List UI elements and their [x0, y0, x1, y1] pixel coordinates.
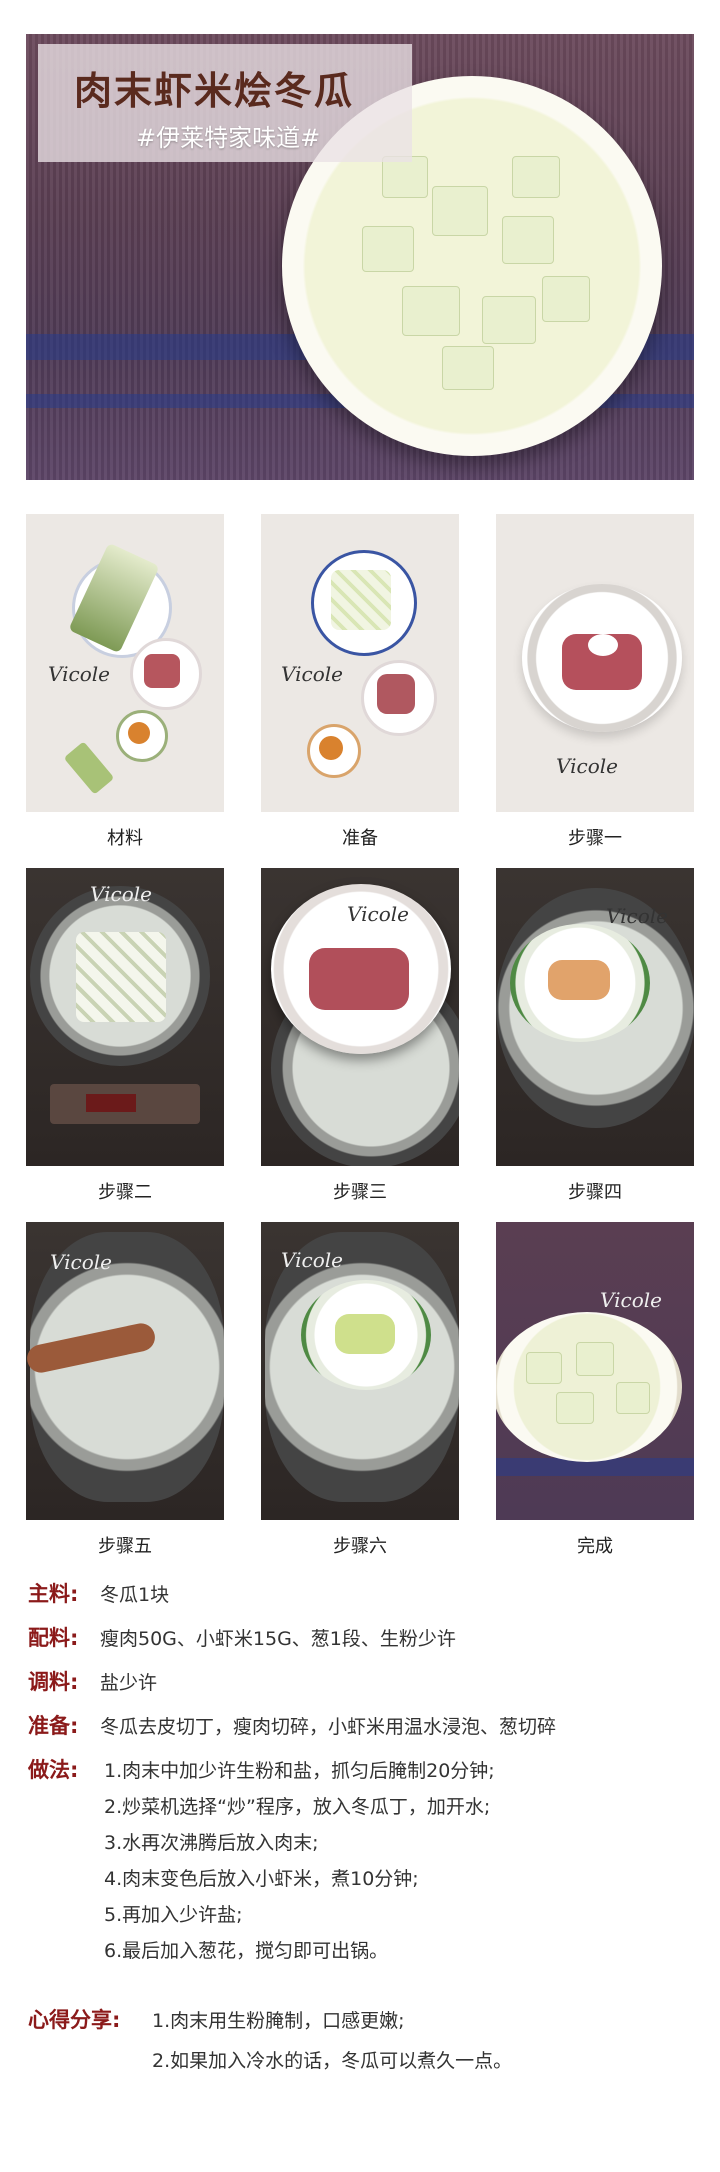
step-caption: 步骤一 [568, 828, 622, 849]
signature: Vicole [281, 662, 343, 686]
step-photo-3: Vicole [261, 868, 459, 1166]
hero-photo: 肉末虾米烩冬瓜 #伊莱特家味道# [26, 34, 694, 480]
method-step: 3.水再次沸腾后放入肉末; [104, 1832, 319, 1854]
step-caption: 步骤四 [568, 1182, 622, 1203]
signature: Vicole [90, 882, 152, 906]
step-photo-1: Vicole [496, 514, 694, 812]
page-subtitle: #伊莱特家味道# [136, 124, 321, 152]
method-step: 4.肉末变色后放入小虾米，煮10分钟; [104, 1868, 419, 1890]
step-caption: 完成 [577, 1536, 613, 1557]
tip-item: 1.肉末用生粉腌制，口感更嫩; [152, 2010, 405, 2032]
signature: Vicole [347, 902, 409, 926]
seasoning-value: 盐少许 [100, 1672, 158, 1694]
step-photo-5: Vicole [26, 1222, 224, 1520]
signature: Vicole [556, 754, 618, 778]
tip-item: 2.如果加入冷水的话，冬瓜可以煮久一点。 [152, 2050, 513, 2072]
step-caption: 准备 [342, 828, 378, 849]
method-step: 6.最后加入葱花，搅匀即可出锅。 [104, 1940, 389, 1962]
step-photo-4: Vicole [496, 868, 694, 1166]
step-caption: 步骤六 [333, 1536, 387, 1557]
aux-ingredient-label: 配料: [28, 1626, 79, 1650]
step-photo-2: Vicole [26, 868, 224, 1166]
step-caption: 步骤三 [333, 1182, 387, 1203]
main-ingredient-value: 冬瓜1块 [100, 1584, 170, 1606]
step-photo-ingredients: Vicole [26, 514, 224, 812]
aux-ingredient-value: 瘦肉50G、小虾米15G、葱1段、生粉少许 [100, 1628, 456, 1650]
prep-value: 冬瓜去皮切丁，瘦肉切碎，小虾米用温水浸泡、葱切碎 [100, 1716, 557, 1738]
page-title: 肉末虾米烩冬瓜 [74, 69, 355, 113]
step-caption: 步骤五 [98, 1536, 152, 1557]
step-caption: 材料 [107, 828, 143, 849]
step-photo-prep: Vicole [261, 514, 459, 812]
tips-label: 心得分享: [28, 2008, 121, 2032]
method-step: 2.炒菜机选择“炒”程序，放入冬瓜丁，加开水; [104, 1796, 491, 1818]
step-photo-6: Vicole [261, 1222, 459, 1520]
signature: Vicole [606, 904, 668, 928]
method-step: 5.再加入少许盐; [104, 1904, 243, 1926]
signature: Vicole [600, 1288, 662, 1312]
main-ingredient-label: 主料: [28, 1582, 79, 1606]
step-caption: 步骤二 [98, 1182, 152, 1203]
signature: Vicole [48, 662, 110, 686]
seasoning-label: 调料: [28, 1670, 79, 1694]
prep-label: 准备: [28, 1714, 79, 1738]
method-label: 做法: [28, 1758, 79, 1782]
signature: Vicole [281, 1248, 343, 1272]
method-step: 1.肉末中加少许生粉和盐，抓匀后腌制20分钟; [104, 1760, 495, 1782]
step-photo-done: Vicole [496, 1222, 694, 1520]
signature: Vicole [50, 1250, 112, 1274]
